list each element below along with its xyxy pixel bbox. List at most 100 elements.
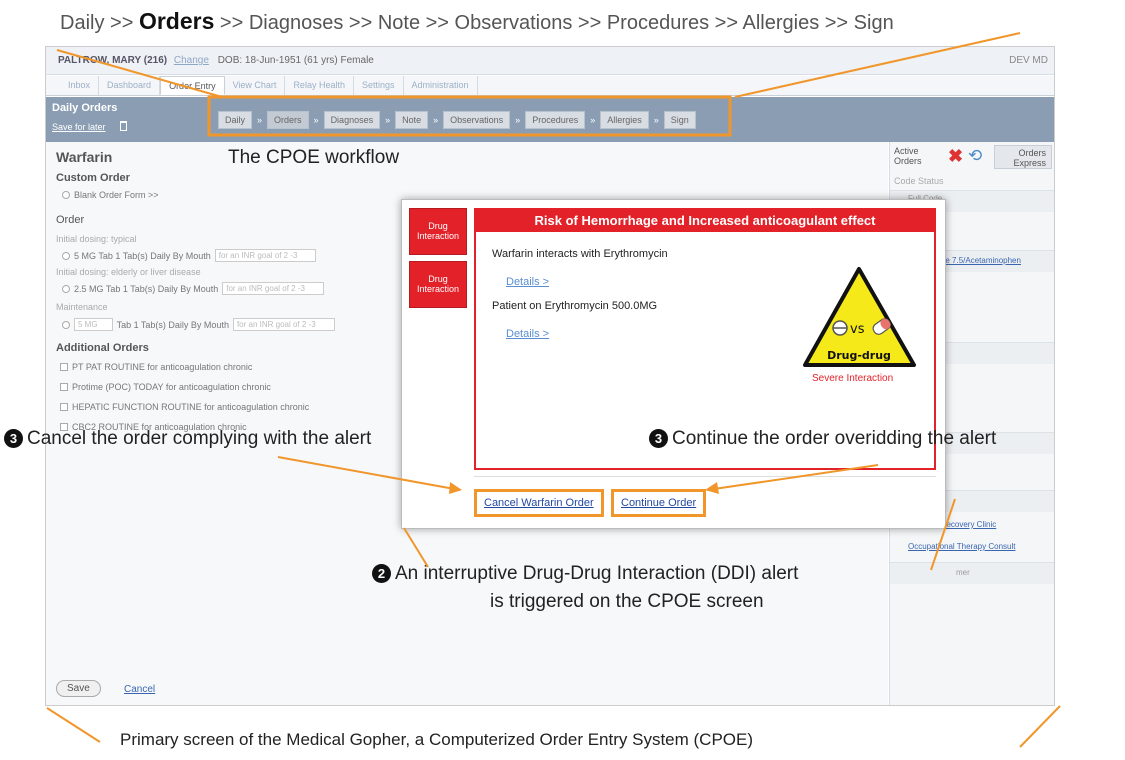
additional-order-item[interactable]: HEPATIC FUNCTION ROUTINE for anticoagula… <box>60 402 309 412</box>
dose-option-maintenance[interactable]: 5 MG Tab 1 Tab(s) Daily By Mouth for an IN… <box>62 318 335 331</box>
step-sign[interactable]: Sign <box>663 111 696 129</box>
environment-label: DEV MD <box>1009 55 1048 66</box>
step-observations[interactable]: Observations <box>443 111 511 129</box>
active-orders-line2: Orders <box>894 156 922 166</box>
refresh-icon[interactable]: ⟲ <box>968 146 982 166</box>
inr-goal-select[interactable]: for an INR goal of 2 -3 <box>222 282 324 295</box>
cpoe-workflow-label: The CPOE workflow <box>228 147 400 168</box>
checkbox-icon[interactable] <box>60 403 68 411</box>
tab-relay-health[interactable]: Relay Health <box>285 76 354 95</box>
details-link[interactable]: Details > <box>506 276 549 288</box>
drug-interaction-tab[interactable]: Drug Interaction <box>409 208 467 255</box>
maintenance-label: Maintenance <box>56 302 108 312</box>
step-procedures[interactable]: Procedures <box>525 111 586 129</box>
step-separator: » <box>385 115 391 125</box>
tab-view-chart[interactable]: View Chart <box>225 76 286 95</box>
sidebar-item: mer <box>956 568 970 577</box>
radio-icon[interactable] <box>62 191 70 199</box>
severity-label: Severe Interaction <box>812 373 894 384</box>
callout-line <box>1019 705 1061 748</box>
step-separator: » <box>433 115 439 125</box>
blank-order-form-label: Blank Order Form >> <box>74 190 159 200</box>
ddi-alert-dialog: Drug Interaction Drug Interaction Risk o… <box>401 199 946 529</box>
express-line2: Express <box>1013 158 1046 168</box>
patient-dob: DOB: 18-Jun-1951 (61 yrs) Female <box>217 55 374 66</box>
hazard-label: Drug-drug <box>827 349 891 362</box>
inr-goal-select[interactable]: for an INR goal of 2 -3 <box>214 249 317 262</box>
interaction-line: Warfarin interacts with Erythromycin <box>492 248 668 260</box>
tab-administration[interactable]: Administration <box>404 76 478 95</box>
save-for-later-link[interactable]: Save for later <box>52 122 106 132</box>
cancel-annotation: 3 Cancel the order complying with the ale… <box>4 428 371 450</box>
step-separator: » <box>313 115 319 125</box>
step-number-badge: 3 <box>649 429 668 448</box>
additional-order-item[interactable]: Protime (POC) TODAY for anticoagulation … <box>60 382 271 392</box>
delete-icon[interactable]: ✖ <box>948 146 963 167</box>
tab-inbox[interactable]: Inbox <box>60 76 100 95</box>
workflow-caption: Daily >> Orders >> Diagnoses >> Note >> … <box>60 8 894 35</box>
checkbox-icon[interactable] <box>60 383 68 391</box>
sidebar-row <box>890 562 1054 584</box>
blank-order-form-option[interactable]: Blank Order Form >> <box>62 190 159 200</box>
dose-select[interactable]: 5 MG <box>74 318 113 331</box>
dose-option-typical-label: 5 MG Tab 1 Tab(s) Daily By Mouth <box>74 250 211 261</box>
additional-order-label: PT PAT ROUTINE for anticoagulation chron… <box>72 362 253 372</box>
alert-title: Risk of Hemorrhage and Increased anticoa… <box>476 210 934 232</box>
radio-icon[interactable] <box>62 284 70 293</box>
callout-line <box>46 707 101 743</box>
order-heading: Order <box>56 214 85 226</box>
additional-order-label: HEPATIC FUNCTION ROUTINE for anticoagula… <box>72 402 310 412</box>
dose-option-typical[interactable]: 5 MG Tab 1 Tab(s) Daily By Mouth for an I… <box>62 249 317 262</box>
cancel-warfarin-order-button[interactable]: Cancel Warfarin Order <box>474 489 604 517</box>
additional-orders-heading: Additional Orders <box>56 342 149 354</box>
save-button[interactable]: Save <box>56 680 101 697</box>
radio-icon[interactable] <box>62 320 70 329</box>
code-status-heading: Code Status <box>894 176 944 186</box>
step-daily[interactable]: Daily <box>218 111 253 129</box>
change-patient-link[interactable]: Change <box>174 55 209 66</box>
patient-medication-line: Patient on Erythromycin 500.0MG <box>492 300 658 312</box>
step-number-badge: 3 <box>4 429 23 448</box>
step-allergies[interactable]: Allergies <box>600 111 649 129</box>
cancel-link[interactable]: Cancel <box>124 684 155 695</box>
patient-name: PALTROW, MARY (216) <box>58 55 168 66</box>
checkbox-icon[interactable] <box>60 363 68 371</box>
inr-goal-select[interactable]: for an INR goal of 2 -3 <box>232 318 335 331</box>
ddi-annotation-text: An interruptive Drug-Drug Interaction (D… <box>395 563 799 584</box>
tab-dashboard[interactable]: Dashboard <box>99 76 161 95</box>
additional-order-label: Protime (POC) TODAY for anticoagulation … <box>72 382 271 392</box>
workflow-title: Daily Orders <box>52 102 118 114</box>
details-link[interactable]: Details > <box>506 328 549 340</box>
ot-consult-link[interactable]: Occupational Therapy Consult <box>908 542 1015 551</box>
figure-caption: Primary screen of the Medical Gopher, a … <box>120 730 754 749</box>
tab-order-entry[interactable]: Order Entry <box>160 76 225 95</box>
patient-bar: PALTROW, MARY (216) Change DOB: 18-Jun-1… <box>46 47 1054 75</box>
step-number-badge: 2 <box>372 564 391 583</box>
continue-annotation-text: Continue the order overidding the alert <box>672 428 997 449</box>
step-diagnoses[interactable]: Diagnoses <box>323 111 381 129</box>
radio-icon[interactable] <box>62 251 70 260</box>
hazard-vs-text: vs <box>850 322 865 337</box>
dose-option-elderly[interactable]: 2.5 MG Tab 1 Tab(s) Daily By Mouth for an… <box>62 282 324 295</box>
step-separator: » <box>653 115 659 125</box>
drug-title: Warfarin <box>56 149 113 165</box>
cancel-annotation-text: Cancel the order complying with the aler… <box>27 428 372 449</box>
step-separator: » <box>515 115 521 125</box>
continue-order-button[interactable]: Continue Order <box>611 489 707 517</box>
initial-typical-label: Initial dosing: typical <box>56 234 137 244</box>
additional-order-item[interactable]: PT PAT ROUTINE for anticoagulation chron… <box>60 362 252 372</box>
workflow-bar: Daily Orders Save for later Daily » Orde… <box>46 97 1054 142</box>
dose-option-maintenance-label: Tab 1 Tab(s) Daily By Mouth <box>116 319 229 330</box>
dose-option-elderly-label: 2.5 MG Tab 1 Tab(s) Daily By Mouth <box>74 283 219 294</box>
custom-order-heading: Custom Order <box>56 172 130 184</box>
step-note[interactable]: Note <box>395 111 429 129</box>
active-orders-line1: Active <box>894 146 919 156</box>
drug-drug-warning-icon: vs Drug-drug <box>803 267 916 367</box>
trash-icon[interactable] <box>120 121 127 131</box>
step-separator: » <box>257 115 263 125</box>
orders-express-button[interactable]: Orders Express <box>994 145 1052 169</box>
step-orders[interactable]: Orders <box>267 111 309 129</box>
alert-actions: Cancel Warfarin Order Continue Order <box>474 476 936 524</box>
tab-settings[interactable]: Settings <box>354 76 404 95</box>
drug-interaction-tab[interactable]: Drug Interaction <box>409 261 467 308</box>
